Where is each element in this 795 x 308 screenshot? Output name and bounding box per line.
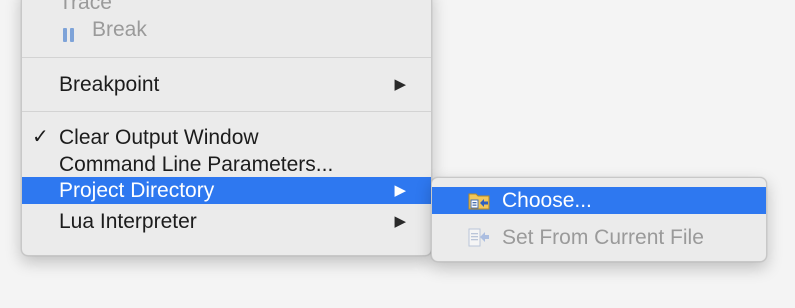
menu-item-trace: Trace: [22, 0, 431, 16]
menu-item-project-directory[interactable]: Project Directory ▶: [22, 177, 431, 204]
checkmark-icon: ✓: [32, 126, 49, 148]
menu-separator: [22, 57, 431, 58]
menu-item-label: Break: [92, 18, 147, 41]
menu-item-label: Trace: [59, 0, 112, 14]
project-directory-submenu: Choose... Set From Current File: [431, 177, 767, 262]
menu-item-breakpoint[interactable]: Breakpoint ▶: [22, 71, 431, 98]
menu-item-command-line-parameters[interactable]: Command Line Parameters...: [22, 151, 431, 178]
menu-item-label: Breakpoint: [59, 73, 160, 96]
submenu-arrow-icon: ▶: [394, 76, 406, 93]
debug-menu: Trace Break Breakpoint ▶ ✓ Clear Output …: [21, 0, 432, 256]
submenu-item-label: Set From Current File: [502, 226, 704, 249]
submenu-arrow-icon: ▶: [394, 213, 406, 230]
menu-item-label: Lua Interpreter: [59, 210, 197, 233]
menu-item-label: Clear Output Window: [59, 126, 259, 149]
folder-choose-icon: [468, 191, 490, 210]
pause-icon: [63, 24, 76, 42]
menu-item-label: Project Directory: [59, 179, 215, 202]
submenu-item-set-from-current-file: Set From Current File: [432, 224, 766, 251]
menu-item-lua-interpreter[interactable]: Lua Interpreter ▶: [22, 208, 431, 235]
menu-item-clear-output-window[interactable]: ✓ Clear Output Window: [22, 124, 431, 151]
submenu-item-label: Choose...: [502, 189, 592, 212]
menu-separator: [22, 111, 431, 112]
menu-item-label: Command Line Parameters...: [59, 153, 334, 176]
menu-item-break: Break: [22, 16, 431, 43]
submenu-arrow-icon: ▶: [394, 182, 406, 199]
submenu-item-choose[interactable]: Choose...: [432, 187, 766, 214]
file-set-icon: [468, 228, 490, 247]
